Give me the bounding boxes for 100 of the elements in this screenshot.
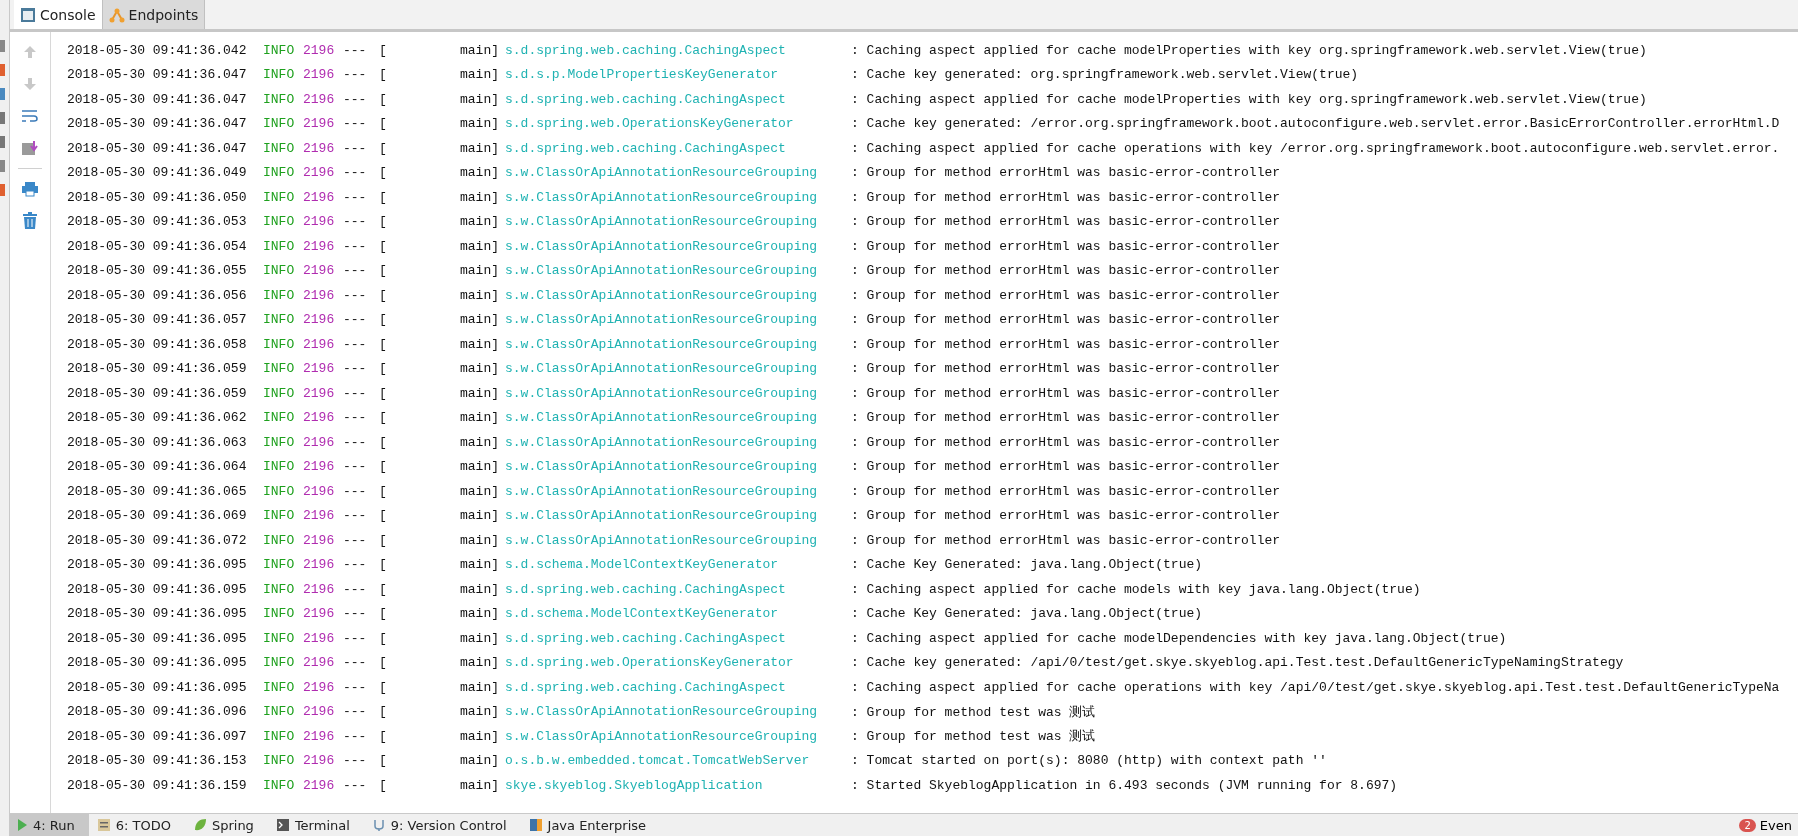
tool-icon[interactable] [0,88,5,100]
log-separator: --- [343,91,368,107]
tool-window-tab[interactable]: Spring [184,814,268,836]
process-id: 2196 [303,214,336,230]
tool-window-tab[interactable]: 9: Version Control [363,814,521,836]
log-level: INFO [263,140,296,156]
tool-icon[interactable] [0,136,5,148]
log-level: INFO [263,581,296,597]
logger-name: s.w.ClassOrApiAnnotationResourceGrouping [505,336,819,352]
tool-tab[interactable]: Console [14,0,103,29]
logger-name: s.w.ClassOrApiAnnotationResourceGrouping [505,532,819,548]
process-id: 2196 [303,508,336,524]
log-separator: --- [343,704,368,720]
log-message: : Group for method errorHtml was basic-error-controller [851,263,1281,279]
log-timestamp: 2018-05-30 09:41:36.058 [67,336,248,352]
event-log-button[interactable]: 2 Even [1733,816,1798,834]
log-timestamp: 2018-05-30 09:41:36.063 [67,434,248,450]
log-level: INFO [263,91,296,107]
log-message: : Caching aspect applied for cache operations with key /api/0/test/get.skye.skyeblog.api.Test.test.DefaultGenericTypeNa [851,679,1780,695]
log-separator: --- [343,140,368,156]
log-level: INFO [263,532,296,548]
log-message: : Cache key generated: org.springframework.web.servlet.View(true) [851,67,1359,83]
log-separator: --- [343,483,368,499]
thread-bracket: [ [379,606,388,622]
log-message: : Cache key generated: /error.org.springframework.boot.autoconfigure.web.servlet.error.BasicErrorController.errorHtml.D [851,116,1780,132]
thread-name: main] [459,655,499,671]
thread-bracket: [ [379,532,388,548]
java-enterprise-icon [528,818,543,832]
thread-name: main] [459,165,499,181]
log-timestamp: 2018-05-30 09:41:36.095 [67,630,248,646]
thread-bracket: [ [379,581,388,597]
log-separator: --- [343,116,368,132]
log-message: : Group for method errorHtml was basic-error-controller [851,459,1281,475]
tool-icon[interactable] [0,40,5,52]
logger-name: s.d.spring.web.caching.CachingAspect [505,42,787,58]
thread-bracket: [ [379,630,388,646]
tool-window-tab[interactable]: 4: Run [10,814,89,836]
logger-name: s.w.ClassOrApiAnnotationResourceGrouping [505,728,819,744]
process-id: 2196 [303,385,336,401]
process-id: 2196 [303,238,336,254]
log-level: INFO [263,679,296,695]
process-id: 2196 [303,116,336,132]
log-message: : Caching aspect applied for cache operations with key /error.org.springframework.boot.autoconfigure.web.servlet.error. [851,140,1780,156]
process-id: 2196 [303,91,336,107]
log-separator: --- [343,434,368,450]
log-level: INFO [263,459,296,475]
tool-icon[interactable] [0,160,5,172]
log-message: : Caching aspect applied for cache models with key java.lang.Object(true) [851,581,1421,597]
logger-name: s.w.ClassOrApiAnnotationResourceGrouping [505,287,819,303]
thread-name: main] [459,336,499,352]
thread-bracket: [ [379,42,388,58]
thread-bracket: [ [379,508,388,524]
thread-bracket: [ [379,189,388,205]
tool-window-tab[interactable]: Java Enterprise [520,814,660,836]
logger-name: s.d.spring.web.caching.CachingAspect [505,581,787,597]
thread-bracket: [ [379,557,388,573]
log-separator: --- [343,630,368,646]
logger-name: s.w.ClassOrApiAnnotationResourceGrouping [505,459,819,475]
log-separator: --- [343,508,368,524]
process-id: 2196 [303,581,336,597]
log-separator: --- [343,581,368,597]
tool-icon[interactable] [0,64,5,76]
thread-bracket: [ [379,165,388,181]
log-message: : Group for method errorHtml was basic-error-controller [851,361,1281,377]
process-id: 2196 [303,606,336,622]
log-separator: --- [343,189,368,205]
log-message: : Caching aspect applied for cache modelProperties with key org.springframework.web.servlet.View(true) [851,42,1647,58]
log-message: : Cache key generated: /api/0/test/get.skye.skyeblog.api.Test.test.DefaultGenericTypeNamingStrategy [851,655,1624,671]
log-level: INFO [263,630,296,646]
tool-icon[interactable] [0,112,5,124]
tool-icon[interactable] [0,184,5,196]
process-id: 2196 [303,777,336,793]
log-separator: --- [343,459,368,475]
logger-name: s.w.ClassOrApiAnnotationResourceGrouping [505,165,819,181]
log-separator: --- [343,336,368,352]
tool-tab[interactable]: Endpoints [102,0,206,29]
log-level: INFO [263,361,296,377]
thread-bracket: [ [379,140,388,156]
log-timestamp: 2018-05-30 09:41:36.062 [67,410,248,426]
thread-name: main] [459,483,499,499]
log-message: : Group for method test was 测试 [851,728,1096,746]
tool-window-tab[interactable]: Terminal [267,814,364,836]
log-message: : Group for method errorHtml was basic-error-controller [851,287,1281,303]
thread-name: main] [459,434,499,450]
log-timestamp: 2018-05-30 09:41:36.065 [67,483,248,499]
thread-name: main] [459,777,499,793]
thread-name: main] [459,753,499,769]
log-level: INFO [263,238,296,254]
log-timestamp: 2018-05-30 09:41:36.072 [67,532,248,548]
log-separator: --- [343,287,368,303]
tool-window-tab[interactable]: 6: TODO [88,814,185,836]
log-separator: --- [343,410,368,426]
log-timestamp: 2018-05-30 09:41:36.047 [67,91,248,107]
log-separator: --- [343,263,368,279]
log-message: : Group for method errorHtml was basic-error-controller [851,214,1281,230]
process-id: 2196 [303,140,336,156]
thread-name: main] [459,42,499,58]
log-message: : Group for method errorHtml was basic-error-controller [851,165,1281,181]
log-timestamp: 2018-05-30 09:41:36.159 [67,777,248,793]
logger-name: s.w.ClassOrApiAnnotationResourceGrouping [505,704,819,720]
